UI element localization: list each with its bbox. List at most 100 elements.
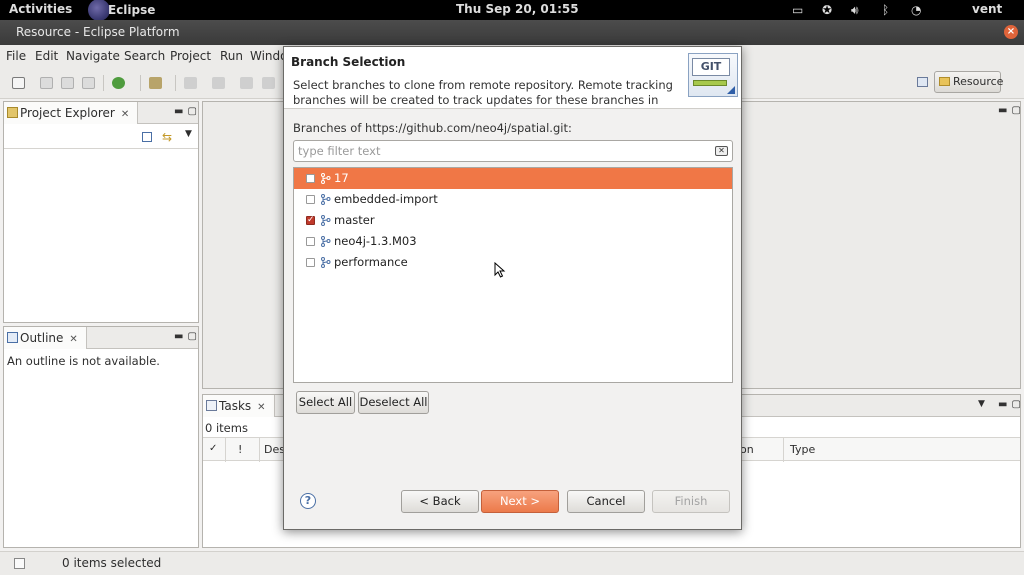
next-annotation-icon[interactable] xyxy=(184,77,197,89)
branch-label: 17 xyxy=(334,171,349,185)
collapse-all-icon[interactable] xyxy=(142,132,152,142)
eclipse-logo-icon xyxy=(88,0,110,21)
user-menu[interactable]: vent xyxy=(972,2,1002,16)
bluetooth-icon[interactable]: ᛒ xyxy=(882,0,889,20)
project-explorer-tree[interactable] xyxy=(4,148,198,322)
column-header-location[interactable]: on xyxy=(740,443,754,456)
branch-row-performance[interactable]: performance xyxy=(294,252,732,273)
outline-message: An outline is not available. xyxy=(7,354,160,368)
keyboard-icon[interactable]: ▭ xyxy=(792,0,803,20)
dialog-title: Branch Selection xyxy=(291,55,406,69)
clock[interactable]: Thu Sep 20, 01:55 xyxy=(456,2,579,16)
menu-search[interactable]: Search xyxy=(124,49,165,63)
print-icon[interactable] xyxy=(82,77,95,89)
minimize-maximize-icon[interactable]: ▬▢ xyxy=(174,106,201,117)
clear-filter-icon[interactable]: ✕ xyxy=(715,146,728,156)
wifi-icon[interactable]: ◔ xyxy=(911,0,921,20)
menu-project[interactable]: Project xyxy=(170,49,211,63)
menu-run[interactable]: Run xyxy=(220,49,243,63)
next-button[interactable]: Next > xyxy=(481,490,559,513)
run-icon[interactable] xyxy=(112,77,125,89)
tab-label: Outline xyxy=(20,331,64,345)
app-menu[interactable]: Eclipse xyxy=(88,0,156,21)
minimize-maximize-icon[interactable]: ▬▢ xyxy=(174,331,201,342)
save-icon[interactable] xyxy=(40,77,53,89)
dialog-header: Branch Selection Select branches to clon… xyxy=(284,47,741,109)
open-perspective-icon[interactable] xyxy=(917,77,928,87)
dialog-description: Select branches to clone from remote rep… xyxy=(293,78,673,107)
view-menu-icon[interactable]: ▼ xyxy=(185,129,192,139)
status-text: 0 items selected xyxy=(62,556,162,570)
branch-row-neo4j-1-3-m03[interactable]: neo4j-1.3.M03 xyxy=(294,231,732,252)
window-title-bar: Resource - Eclipse Platform × xyxy=(0,20,1024,45)
link-with-editor-icon[interactable]: ⇆ xyxy=(162,130,172,144)
search-tool-icon[interactable] xyxy=(149,77,162,89)
column-header-priority[interactable]: ! xyxy=(238,443,242,456)
project-explorer-icon xyxy=(7,107,18,118)
branch-row-17[interactable]: 17 xyxy=(294,168,732,189)
activities-button[interactable]: Activities xyxy=(9,2,72,16)
view-menu-icon[interactable]: ▼ xyxy=(978,399,985,409)
select-all-button[interactable]: Select All xyxy=(296,391,355,414)
minimize-maximize-icon[interactable]: ▬▢ xyxy=(998,105,1024,116)
close-icon[interactable]: ✕ xyxy=(121,109,129,120)
menu-window[interactable]: Windo xyxy=(250,49,288,63)
column-header-type[interactable]: Type xyxy=(790,443,815,456)
column-header-completed[interactable]: ✓ xyxy=(209,443,217,454)
toolbar-separator xyxy=(140,75,141,91)
help-icon[interactable]: ? xyxy=(300,493,316,509)
menu-file[interactable]: File xyxy=(6,49,26,63)
perspective-label: Resource xyxy=(953,75,1004,88)
branch-checkbox-17[interactable] xyxy=(306,174,315,183)
accessibility-icon[interactable]: ✪ xyxy=(822,0,832,20)
previous-annotation-icon[interactable] xyxy=(212,77,225,89)
branch-list[interactable]: 17 embedded-import master neo4j-1.3.M03 … xyxy=(293,167,733,383)
branch-checkbox-master[interactable] xyxy=(306,210,315,231)
tab-project-explorer[interactable]: Project Explorer ✕ xyxy=(4,102,139,124)
close-icon[interactable]: ✕ xyxy=(257,402,265,413)
status-icon[interactable] xyxy=(14,558,25,569)
forward-icon[interactable] xyxy=(262,77,275,89)
git-logo-icon: GIT xyxy=(688,53,738,97)
perspective-resource-button[interactable]: Resource xyxy=(934,71,1004,93)
branch-label: performance xyxy=(334,255,408,269)
new-icon[interactable] xyxy=(12,77,25,89)
column-header-description[interactable]: Des xyxy=(264,443,285,456)
gnome-top-bar: Activities Eclipse Thu Sep 20, 01:55 ▭ ✪… xyxy=(0,0,1024,21)
back-button[interactable]: < Back xyxy=(401,490,479,513)
deselect-all-button[interactable]: Deselect All xyxy=(358,391,429,414)
filter-input[interactable] xyxy=(293,140,733,162)
volume-icon[interactable]: 🔊︎ xyxy=(851,0,859,20)
mouse-cursor-icon xyxy=(494,262,506,278)
branch-row-master[interactable]: master xyxy=(294,210,732,231)
cancel-button[interactable]: Cancel xyxy=(567,490,645,513)
branch-row-embedded-import[interactable]: embedded-import xyxy=(294,189,732,210)
finish-button[interactable]: Finish xyxy=(652,490,730,513)
folder-icon xyxy=(939,77,950,86)
minimize-maximize-icon[interactable]: ▬▢ xyxy=(998,399,1024,410)
menu-navigate[interactable]: Navigate xyxy=(66,49,120,63)
tab-outline[interactable]: Outline ✕ xyxy=(4,327,87,349)
outline-header: Outline ✕ ▬▢ xyxy=(4,327,198,349)
branches-label: Branches of https://github.com/neo4j/spa… xyxy=(293,121,572,135)
branch-label: neo4j-1.3.M03 xyxy=(334,234,417,248)
tab-tasks[interactable]: Tasks ✕ xyxy=(203,395,275,417)
branch-selection-dialog: Branch Selection Select branches to clon… xyxy=(283,46,742,530)
save-all-icon[interactable] xyxy=(61,77,74,89)
branch-checkbox-embedded-import[interactable] xyxy=(306,195,315,204)
close-icon[interactable]: × xyxy=(1004,25,1018,39)
branch-icon xyxy=(321,215,331,226)
branch-checkbox-neo4j-1-3-m03[interactable] xyxy=(306,237,315,246)
branch-checkbox-performance[interactable] xyxy=(306,258,315,267)
window-title: Resource - Eclipse Platform xyxy=(16,25,180,39)
branch-icon xyxy=(321,194,331,205)
toolbar-separator xyxy=(175,75,176,91)
app-menu-label: Eclipse xyxy=(108,3,156,17)
column-divider xyxy=(259,438,260,462)
outline-panel: Outline ✕ ▬▢ An outline is not available. xyxy=(3,326,199,548)
close-icon[interactable]: ✕ xyxy=(69,334,77,345)
back-icon[interactable] xyxy=(240,77,253,89)
outline-icon xyxy=(7,332,18,343)
branch-label: master xyxy=(334,213,375,227)
menu-edit[interactable]: Edit xyxy=(35,49,58,63)
